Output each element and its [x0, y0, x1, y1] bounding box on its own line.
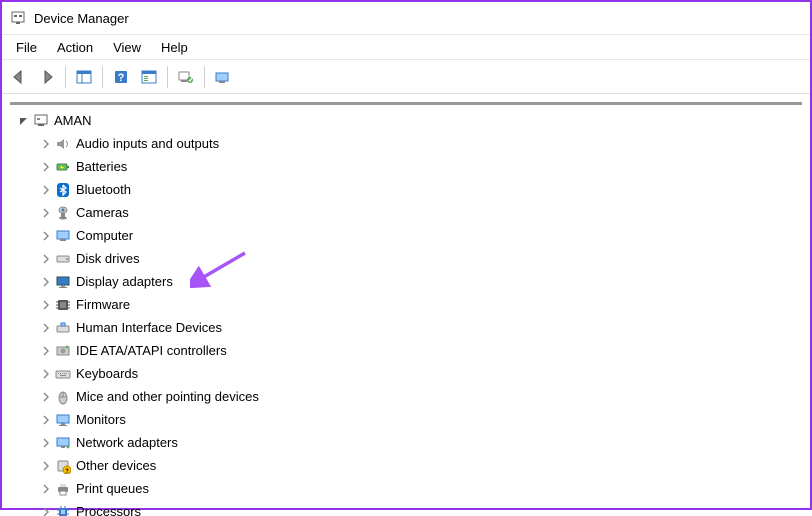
- chevron-right-icon[interactable]: [38, 481, 54, 497]
- tree-category-node[interactable]: Monitors: [38, 408, 802, 431]
- root-label: AMAN: [54, 113, 92, 128]
- monitor-icon: [54, 411, 72, 429]
- toolbar-separator: [102, 66, 103, 88]
- processor-icon: [54, 503, 72, 516]
- chevron-right-icon[interactable]: [38, 205, 54, 221]
- window-title: Device Manager: [34, 11, 129, 26]
- disk-icon: [54, 250, 72, 268]
- chevron-right-icon[interactable]: [38, 412, 54, 428]
- device-tree-panel: AMAN Audio inputs and outputs Batteries Bl…: [10, 102, 802, 516]
- category-label: Network adapters: [76, 435, 178, 450]
- category-label: Processors: [76, 504, 141, 516]
- svg-text:?: ?: [65, 469, 69, 474]
- back-button[interactable]: [6, 64, 32, 90]
- toolbar-separator: [167, 66, 168, 88]
- chevron-right-icon[interactable]: [38, 228, 54, 244]
- tree-category-node[interactable]: Network adapters: [38, 431, 802, 454]
- category-label: Human Interface Devices: [76, 320, 222, 335]
- menu-file[interactable]: File: [6, 38, 47, 57]
- bluetooth-icon: [54, 181, 72, 199]
- tree-category-node[interactable]: Print queues: [38, 477, 802, 500]
- tree-category-node[interactable]: Batteries: [38, 155, 802, 178]
- category-label: Cameras: [76, 205, 129, 220]
- toolbar-separator: [204, 66, 205, 88]
- chevron-right-icon[interactable]: [38, 366, 54, 382]
- chevron-right-icon[interactable]: [38, 159, 54, 175]
- add-hardware-button[interactable]: [210, 64, 236, 90]
- printer-icon: [54, 480, 72, 498]
- display-icon: [54, 273, 72, 291]
- keyboard-icon: [54, 365, 72, 383]
- titlebar: Device Manager: [2, 2, 810, 34]
- tree-category-node[interactable]: Computer: [38, 224, 802, 247]
- toolbar-separator: [65, 66, 66, 88]
- tree-category-node[interactable]: Keyboards: [38, 362, 802, 385]
- menubar: File Action View Help: [2, 34, 810, 60]
- battery-icon: [54, 158, 72, 176]
- svg-text:?: ?: [118, 72, 125, 84]
- tree-category-node[interactable]: Mice and other pointing devices: [38, 385, 802, 408]
- tree-category-node[interactable]: Display adapters: [38, 270, 802, 293]
- chevron-right-icon[interactable]: [38, 389, 54, 405]
- other-icon: ?: [54, 457, 72, 475]
- category-label: Other devices: [76, 458, 156, 473]
- chevron-right-icon[interactable]: [38, 136, 54, 152]
- hid-icon: [54, 319, 72, 337]
- chevron-right-icon[interactable]: [38, 458, 54, 474]
- chevron-right-icon[interactable]: [38, 251, 54, 267]
- category-label: Batteries: [76, 159, 127, 174]
- menu-view[interactable]: View: [103, 38, 151, 57]
- category-label: Audio inputs and outputs: [76, 136, 219, 151]
- tree-category-node[interactable]: Audio inputs and outputs: [38, 132, 802, 155]
- show-hide-tree-button[interactable]: [71, 64, 97, 90]
- chevron-right-icon[interactable]: [38, 182, 54, 198]
- tree-root-node[interactable]: AMAN: [16, 109, 802, 132]
- computer-icon: [32, 112, 50, 130]
- computer-icon: [54, 227, 72, 245]
- category-label: Display adapters: [76, 274, 173, 289]
- chevron-right-icon[interactable]: [38, 274, 54, 290]
- ide-icon: [54, 342, 72, 360]
- category-label: Mice and other pointing devices: [76, 389, 259, 404]
- firmware-icon: [54, 296, 72, 314]
- tree-category-node[interactable]: Processors: [38, 500, 802, 516]
- category-label: Disk drives: [76, 251, 140, 266]
- toolbar: ?: [2, 60, 810, 94]
- speaker-icon: [54, 135, 72, 153]
- mouse-icon: [54, 388, 72, 406]
- category-label: Computer: [76, 228, 133, 243]
- tree-category-node[interactable]: Cameras: [38, 201, 802, 224]
- category-label: Bluetooth: [76, 182, 131, 197]
- category-label: Keyboards: [76, 366, 138, 381]
- app-icon: [10, 10, 26, 26]
- menu-help[interactable]: Help: [151, 38, 198, 57]
- chevron-right-icon[interactable]: [38, 343, 54, 359]
- chevron-right-icon[interactable]: [38, 297, 54, 313]
- chevron-right-icon[interactable]: [38, 320, 54, 336]
- chevron-down-icon[interactable]: [16, 113, 32, 129]
- tree-category-node[interactable]: Human Interface Devices: [38, 316, 802, 339]
- device-tree: AMAN Audio inputs and outputs Batteries Bl…: [10, 109, 802, 516]
- camera-icon: [54, 204, 72, 222]
- category-label: Firmware: [76, 297, 130, 312]
- network-icon: [54, 434, 72, 452]
- help-button[interactable]: ?: [108, 64, 134, 90]
- tree-category-node[interactable]: IDE ATA/ATAPI controllers: [38, 339, 802, 362]
- tree-category-node[interactable]: Disk drives: [38, 247, 802, 270]
- category-label: Print queues: [76, 481, 149, 496]
- tree-category-node[interactable]: Firmware: [38, 293, 802, 316]
- category-label: IDE ATA/ATAPI controllers: [76, 343, 227, 358]
- chevron-right-icon[interactable]: [38, 435, 54, 451]
- tree-category-node[interactable]: Bluetooth: [38, 178, 802, 201]
- tree-category-node[interactable]: ? Other devices: [38, 454, 802, 477]
- properties-button[interactable]: [136, 64, 162, 90]
- scan-hardware-button[interactable]: [173, 64, 199, 90]
- forward-button[interactable]: [34, 64, 60, 90]
- category-label: Monitors: [76, 412, 126, 427]
- menu-action[interactable]: Action: [47, 38, 103, 57]
